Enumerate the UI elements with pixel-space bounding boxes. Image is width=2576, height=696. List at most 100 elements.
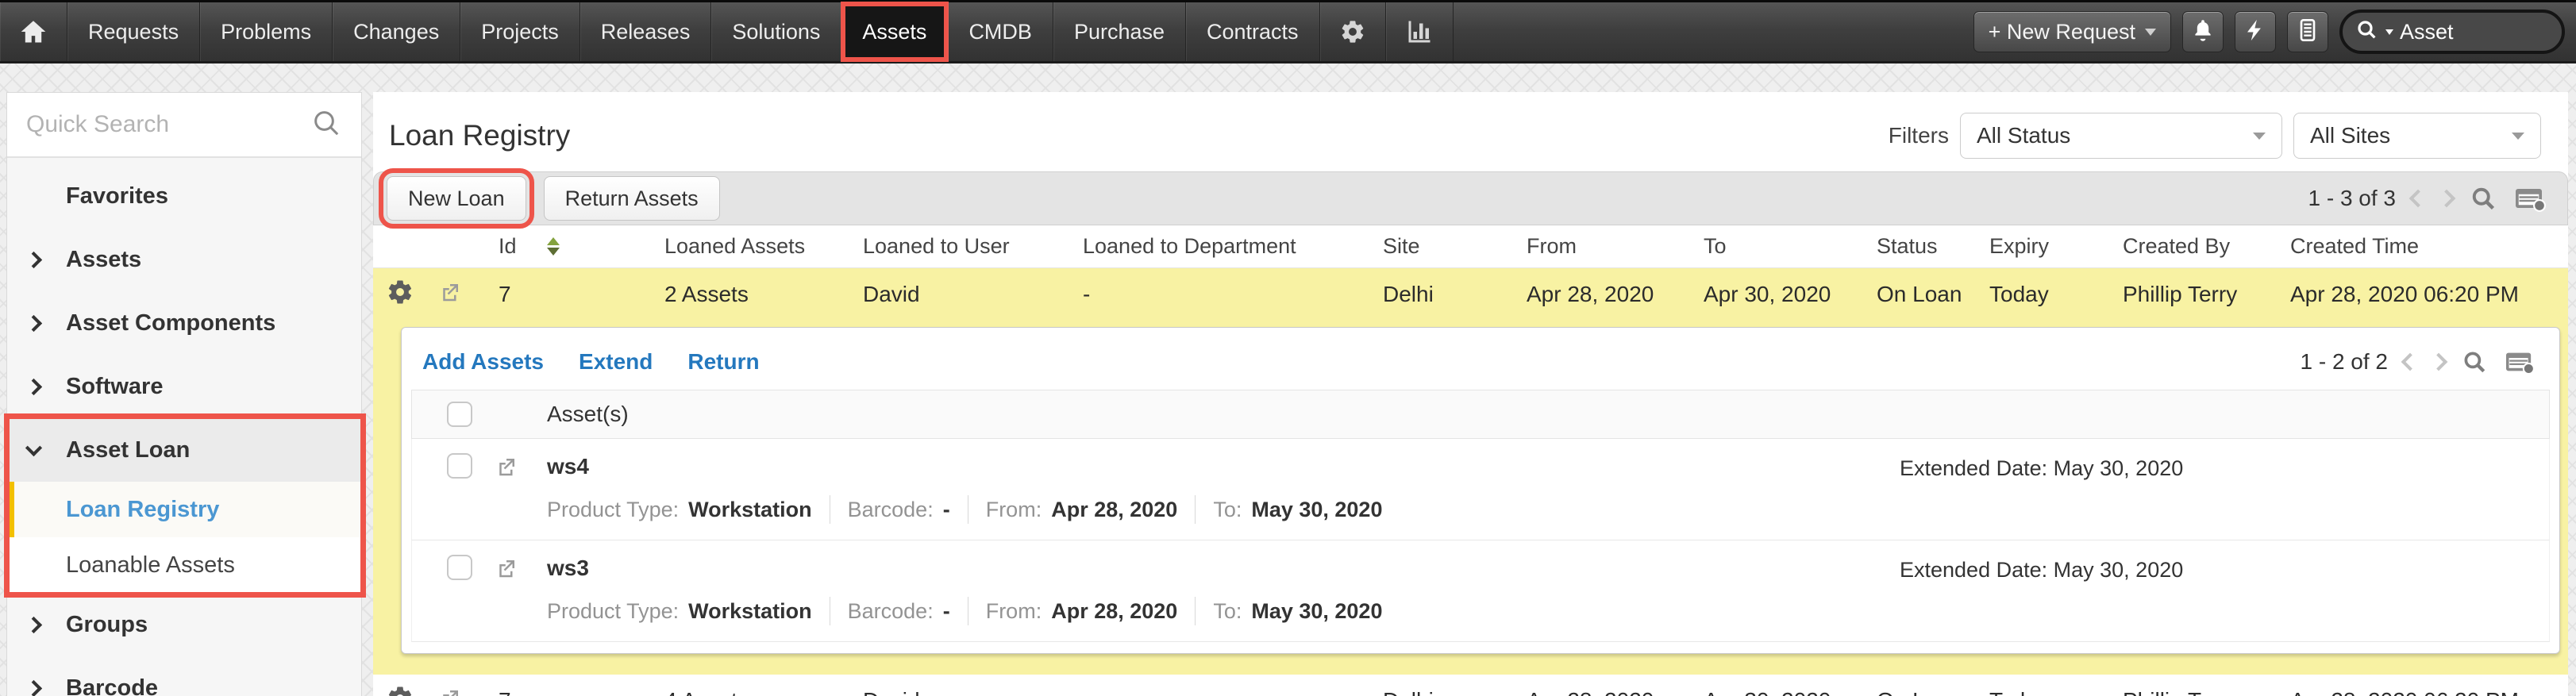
chevron-right-icon — [25, 378, 42, 394]
column-header-loaned-assets[interactable]: Loaned Assets — [664, 234, 863, 259]
search-icon[interactable] — [2461, 348, 2488, 375]
chevron-left-icon[interactable] — [2409, 190, 2428, 208]
select-all-checkbox[interactable] — [447, 402, 472, 427]
cell-loaned-to-department: - — [1083, 688, 1383, 696]
divider — [1195, 597, 1196, 625]
add-assets-link[interactable]: Add Assets — [422, 349, 544, 375]
tab-cmdb[interactable]: CMDB — [948, 2, 1053, 61]
sidebar-item-assets[interactable]: Assets — [7, 228, 361, 291]
column-header-loaned-to-user[interactable]: Loaned to User — [863, 234, 1083, 259]
search-icon[interactable] — [2355, 18, 2379, 46]
tab-changes[interactable]: Changes — [333, 2, 460, 61]
detail-pager: 1 - 2 of 2 — [2300, 348, 2539, 375]
product-type-value: Workstation — [688, 498, 812, 522]
chevron-left-icon[interactable] — [2401, 353, 2420, 371]
tab-admin[interactable] — [1320, 2, 1386, 61]
tab-home[interactable] — [0, 2, 67, 61]
popout-icon[interactable] — [495, 556, 547, 584]
tab-problems[interactable]: Problems — [200, 2, 333, 61]
sidebar-item-barcode[interactable]: Barcode — [7, 656, 361, 696]
row-controls — [373, 278, 499, 312]
global-search[interactable] — [2339, 10, 2565, 54]
product-type-label: Product Type: — [547, 599, 679, 624]
column-header-to[interactable]: To — [1704, 234, 1877, 259]
detail-actions: Add Assets Extend Return 1 - 2 of 2 — [402, 328, 2559, 390]
loan-row-expanded-wrapper: 7 2 Assets David - Delhi Apr 28, 2020 Ap… — [373, 268, 2568, 675]
column-header-site[interactable]: Site — [1383, 234, 1527, 259]
table-row[interactable]: 7 2 Assets David - Delhi Apr 28, 2020 Ap… — [373, 268, 2568, 321]
from-value: Apr 28, 2020 — [1051, 498, 1177, 522]
extended-date: Extended Date: May 30, 2020 — [1900, 456, 2183, 481]
sidebar-item-loanable-assets[interactable]: Loanable Assets — [7, 537, 361, 593]
column-chooser-icon[interactable] — [2504, 348, 2536, 375]
sort-icon[interactable] — [547, 237, 560, 256]
cell-to: Apr 30, 2020 — [1704, 688, 1877, 696]
asset-row[interactable]: ws4 Product Type:Workstation Barcode:- F… — [411, 439, 2550, 540]
new-loan-button[interactable]: New Loan — [387, 176, 526, 221]
product-type-label: Product Type: — [547, 498, 679, 522]
tab-solutions[interactable]: Solutions — [711, 2, 841, 61]
popout-icon[interactable] — [438, 280, 462, 310]
bell-icon — [2190, 17, 2216, 47]
column-header-id[interactable]: Id — [499, 234, 664, 259]
column-header-created-time[interactable]: Created Time — [2290, 234, 2568, 259]
loan-table-header: Id Loaned Assets Loaned to User Loaned t… — [373, 225, 2568, 268]
list-toolbar: New Loan Return Assets 1 - 3 of 3 — [373, 171, 2568, 225]
sidebar-item-label: Assets — [66, 247, 141, 273]
return-assets-button[interactable]: Return Assets — [544, 176, 720, 221]
tab-reports[interactable] — [1386, 2, 1454, 61]
from-value: Apr 28, 2020 — [1051, 599, 1177, 624]
column-header-label: Id — [499, 234, 517, 259]
quick-actions-button[interactable] — [2235, 11, 2276, 52]
sidebar-item-groups[interactable]: Groups — [7, 593, 361, 656]
row-settings-gear-icon[interactable] — [386, 684, 414, 696]
quick-search-input[interactable] — [26, 111, 302, 138]
quick-search-icon[interactable] — [310, 107, 342, 143]
notifications-button[interactable] — [2182, 11, 2224, 52]
tab-projects[interactable]: Projects — [460, 2, 580, 61]
tab-contracts[interactable]: Contracts — [1186, 2, 1320, 61]
asset-name[interactable]: ws3 — [547, 555, 2549, 582]
sidebar-item-asset-components[interactable]: Asset Components — [7, 291, 361, 355]
column-header-from[interactable]: From — [1527, 234, 1704, 259]
search-icon[interactable] — [2469, 184, 2497, 213]
chevron-right-icon[interactable] — [2438, 190, 2456, 208]
tab-assets[interactable]: Assets — [841, 2, 948, 61]
new-request-button[interactable]: + New Request — [1973, 11, 2171, 52]
asset-checkbox[interactable] — [447, 555, 472, 580]
resource-pad-button[interactable] — [2287, 11, 2328, 52]
asset-name[interactable]: ws4 — [547, 453, 2549, 480]
assets-column-header: Asset(s) — [547, 402, 2549, 427]
popout-icon[interactable] — [438, 686, 462, 696]
row-settings-gear-icon[interactable] — [386, 278, 414, 312]
return-link[interactable]: Return — [687, 349, 759, 375]
sidebar-item-loan-registry[interactable]: Loan Registry — [7, 482, 361, 537]
site-filter-select[interactable]: All Sites — [2293, 113, 2541, 159]
asset-row[interactable]: ws3 Product Type:Workstation Barcode:- F… — [411, 540, 2550, 642]
search-scope-caret-icon[interactable] — [2385, 29, 2393, 35]
cell-site: Delhi — [1383, 282, 1527, 307]
cell-id: 7 — [499, 688, 664, 696]
barcode-value: - — [943, 599, 950, 624]
barcode-label: Barcode: — [848, 599, 934, 624]
column-header-created-by[interactable]: Created By — [2123, 234, 2290, 259]
tab-purchase[interactable]: Purchase — [1053, 2, 1186, 61]
column-header-expiry[interactable]: Expiry — [1989, 234, 2123, 259]
column-header-status[interactable]: Status — [1877, 234, 1989, 259]
global-search-input[interactable] — [2400, 20, 2549, 44]
cell-loaned-assets[interactable]: 4 Assets — [664, 688, 863, 696]
sidebar-item-asset-loan[interactable]: Asset Loan — [7, 418, 361, 482]
chevron-right-icon[interactable] — [2430, 353, 2448, 371]
extend-link[interactable]: Extend — [579, 349, 653, 375]
tab-requests[interactable]: Requests — [67, 2, 200, 61]
status-filter-select[interactable]: All Status — [1960, 113, 2282, 159]
sidebar-item-favorites[interactable]: Favorites — [7, 164, 361, 228]
asset-checkbox[interactable] — [447, 453, 472, 479]
sidebar-item-software[interactable]: Software — [7, 355, 361, 418]
popout-icon[interactable] — [495, 455, 547, 483]
table-row[interactable]: 7 4 Assets David - Delhi Apr 28, 2020 Ap… — [373, 675, 2568, 696]
column-header-loaned-to-department[interactable]: Loaned to Department — [1083, 234, 1383, 259]
column-chooser-icon[interactable] — [2513, 184, 2547, 213]
tab-releases[interactable]: Releases — [580, 2, 712, 61]
cell-loaned-assets[interactable]: 2 Assets — [664, 282, 863, 307]
